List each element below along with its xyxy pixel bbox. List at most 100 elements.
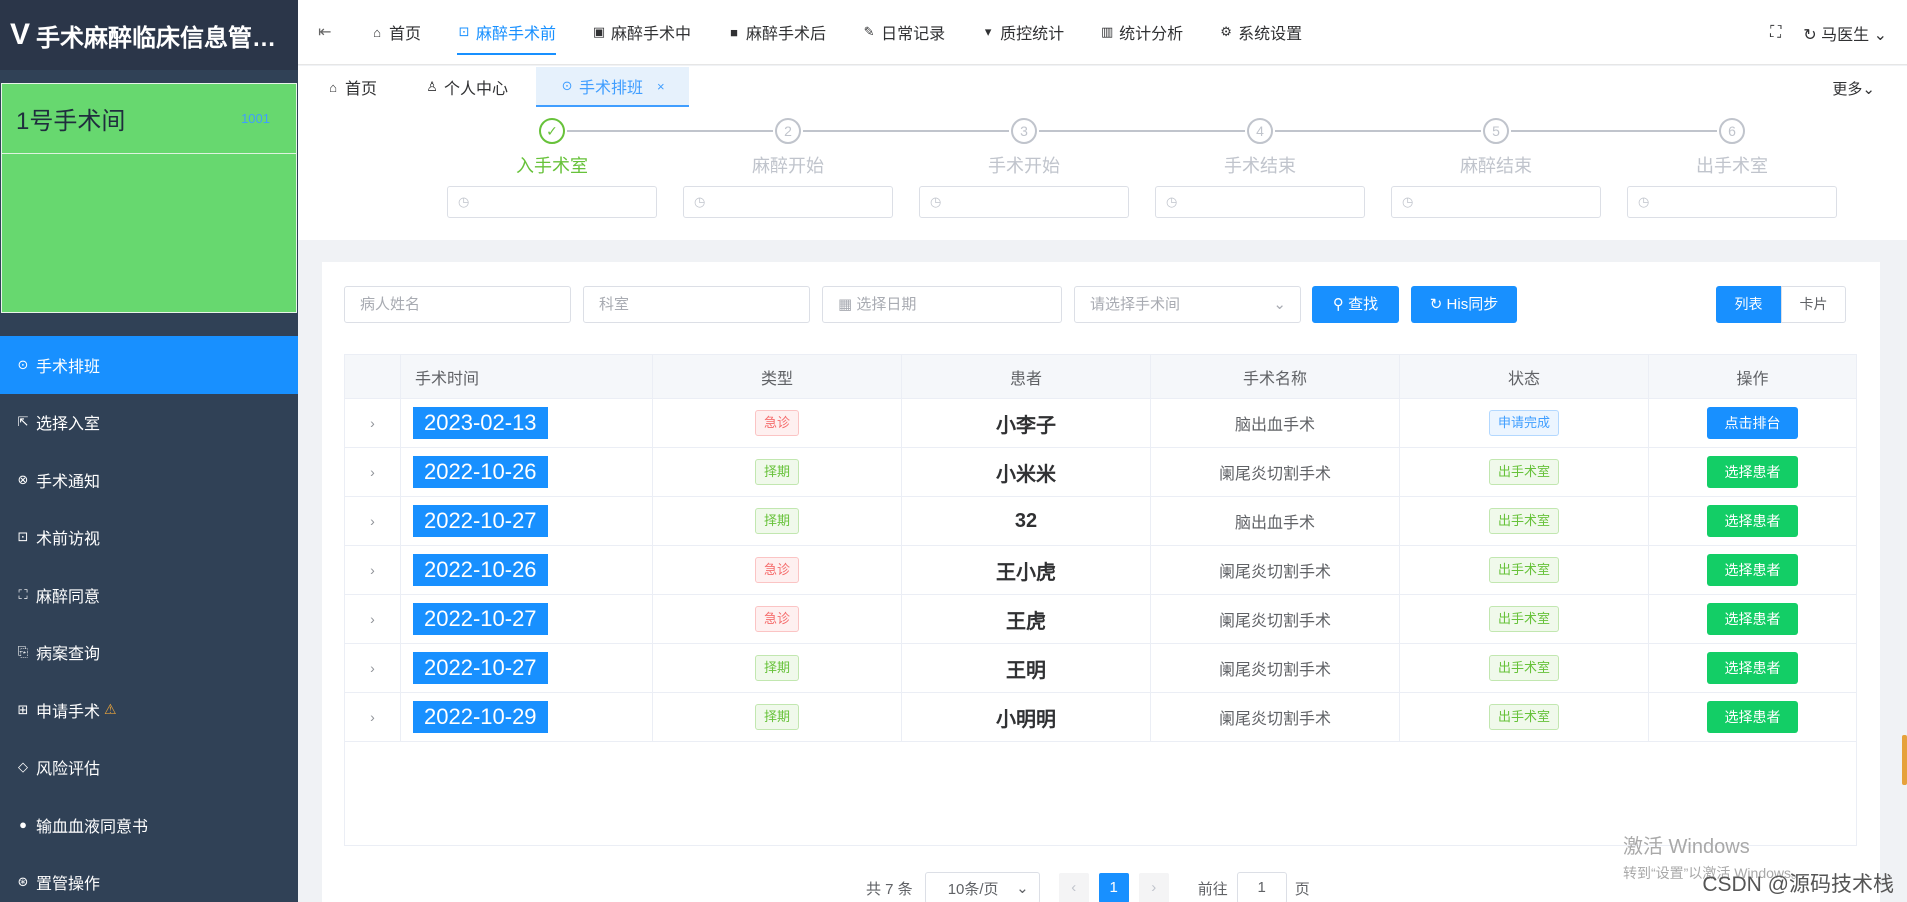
tag-1[interactable]: ♙ 个人中心	[405, 67, 528, 107]
step-time-input[interactable]: ◷	[1391, 186, 1601, 218]
page-1-button[interactable]: 1	[1098, 873, 1129, 902]
step-time-input[interactable]: ◷	[919, 186, 1129, 218]
expand-icon[interactable]: ›	[345, 546, 401, 594]
view-list-button[interactable]: 列表	[1716, 286, 1781, 323]
top-nav-item-3[interactable]: ■ 麻醉手术后	[709, 0, 844, 65]
action-cell: 选择患者	[1649, 644, 1856, 692]
sidebar-item-label: 麻醉同意	[36, 588, 101, 606]
sidebar-item-5[interactable]: ⎘ 病案查询	[0, 624, 298, 682]
step-connector	[803, 130, 1009, 132]
select-patient-button[interactable]: 选择患者	[1707, 603, 1798, 635]
user-menu[interactable]: ↻ 马医生 ⌄	[1803, 21, 1887, 45]
sidebar-item-label: 选择入室	[36, 416, 101, 434]
table-row: › 2022-10-26 择期 小米米 阑尾炎切割手术 出手术室 选择患者	[345, 448, 1856, 497]
sidebar-item-2[interactable]: ⊗ 手术通知	[0, 451, 298, 509]
sidebar-item-label: 申请手术	[36, 703, 101, 721]
sidebar-item-6[interactable]: ⊞ 申请手术 ⚠	[0, 681, 298, 739]
surgery-date: 2022-10-27	[413, 603, 548, 635]
search-label: 查找	[1348, 296, 1379, 313]
csdn-watermark: CSDN @源码技术栈	[1702, 873, 1894, 896]
top-nav-label: 麻醉手术中	[611, 26, 692, 43]
sidebar-item-9[interactable]: ⊛ 置管操作	[0, 854, 298, 902]
camera-icon: ■	[730, 24, 738, 40]
expand-icon[interactable]: ›	[345, 399, 401, 447]
close-icon[interactable]: ×	[657, 79, 665, 94]
table-row: › 2022-10-27 急诊 王虎 阑尾炎切割手术 出手术室 选择患者	[345, 595, 1856, 644]
top-nav-label: 系统设置	[1238, 26, 1303, 43]
step-time-input[interactable]: ◷	[1627, 186, 1837, 218]
sidebar-item-3[interactable]: ⊡ 术前访视	[0, 509, 298, 567]
expand-icon[interactable]: ›	[345, 497, 401, 545]
expand-icon[interactable]: ›	[345, 693, 401, 741]
top-nav-item-7[interactable]: ⚙ 系统设置	[1201, 0, 1320, 65]
top-nav-item-6[interactable]: ▥ 统计分析	[1082, 0, 1201, 65]
pre-op-icon: ⊡	[458, 24, 470, 39]
status-cell: 申请完成	[1400, 399, 1649, 447]
sidebar-item-1[interactable]: ⇱ 选择入室	[0, 394, 298, 452]
status-badge: 出手术室	[1488, 655, 1559, 681]
top-nav-item-2[interactable]: ▣ 麻醉手术中	[574, 0, 709, 65]
sidebar-item-7[interactable]: ◇ 风险评估	[0, 739, 298, 797]
date-picker[interactable]: ▦ 选择日期	[822, 286, 1062, 323]
page-size-select[interactable]: 10条/页 ⌄	[924, 872, 1040, 902]
select-patient-button[interactable]: 选择患者	[1707, 505, 1798, 537]
schedule-button[interactable]: 点击排台	[1707, 407, 1798, 439]
step-time-input[interactable]: ◷	[447, 186, 657, 218]
step-time-input[interactable]: ◷	[1155, 186, 1365, 218]
search-button[interactable]: ⚲ 查找	[1312, 286, 1399, 323]
sidebar-item-label: 手术排班	[36, 358, 101, 376]
page-size-value: 10条/页	[947, 880, 999, 898]
select-patient-button[interactable]: 选择患者	[1707, 456, 1798, 488]
schedule-table: 手术时间 类型 患者 手术名称 状态 操作 › 2023-02-13 急诊 小李子 脑出…	[344, 354, 1857, 846]
expand-icon[interactable]: ›	[345, 448, 401, 496]
his-sync-button[interactable]: ↻ His同步	[1411, 286, 1517, 323]
surgery-name: 阑尾炎切割手术	[1218, 613, 1331, 630]
app-logo[interactable]: V 手术麻醉临床信息管…	[0, 0, 298, 70]
step-time-input[interactable]: ◷	[683, 186, 893, 218]
patient-name: 小李子	[996, 414, 1056, 437]
home-icon: ⌂	[329, 79, 337, 95]
gear-icon: ⚙	[1220, 24, 1232, 39]
room-select-placeholder: 请选择手术间	[1090, 296, 1181, 313]
type-tag: 择期	[754, 704, 799, 730]
top-nav-label: 质控统计	[1000, 26, 1065, 43]
next-page-button[interactable]: ›	[1138, 873, 1169, 902]
select-patient-button[interactable]: 选择患者	[1707, 554, 1798, 586]
expand-icon[interactable]: ›	[345, 644, 401, 692]
department-input[interactable]: 科室	[583, 286, 810, 323]
top-right-tools: ⛶ ↻ 马医生 ⌄	[1770, 0, 1887, 65]
patient-name-input[interactable]: 病人姓名	[344, 286, 571, 323]
scrollbar-thumb[interactable]	[1902, 735, 1907, 785]
fullscreen-icon[interactable]: ⛶	[1770, 24, 1781, 42]
sidebar-item-0[interactable]: ⊙ 手术排班	[0, 336, 298, 394]
expand-icon[interactable]: ›	[345, 595, 401, 643]
room-select[interactable]: 请选择手术间 ⌄	[1074, 286, 1301, 323]
select-patient-button[interactable]: 选择患者	[1707, 652, 1798, 684]
sidebar-toggle-icon[interactable]: ⇤	[318, 22, 352, 42]
sidebar-item-8[interactable]: ● 输血血液同意书	[0, 796, 298, 854]
top-nav-item-1[interactable]: ⊡ 麻醉手术前	[439, 0, 574, 65]
notice-icon: ⊗	[17, 471, 29, 487]
sidebar-item-4[interactable]: ⛶ 麻醉同意	[0, 566, 298, 624]
table-row: › 2022-10-27 择期 王明 阑尾炎切割手术 出手术室 选择患者	[345, 644, 1856, 693]
surgery-name: 阑尾炎切割手术	[1218, 466, 1331, 483]
date-placeholder: 选择日期	[856, 296, 917, 313]
view-card-button[interactable]: 卡片	[1781, 286, 1846, 323]
goto-page-input[interactable]: 1	[1236, 872, 1287, 902]
surgery-date: 2022-10-27	[413, 505, 548, 537]
top-nav-item-0[interactable]: ⌂ 首页	[352, 0, 439, 65]
select-patient-button[interactable]: 选择患者	[1707, 701, 1798, 733]
tag-list: ⌂ 首页 ♙ 个人中心 ⊙ 手术排班 ×	[298, 67, 689, 107]
status-cell: 出手术室	[1400, 693, 1649, 741]
top-nav-item-4[interactable]: ✎ 日常记录	[844, 0, 963, 65]
tag-0[interactable]: ⌂ 首页	[306, 67, 397, 107]
status-cell: 出手术室	[1400, 448, 1649, 496]
action-cell: 选择患者	[1649, 448, 1856, 496]
operating-room-card[interactable]: 1号手术间 1001	[1, 83, 297, 313]
tag-2[interactable]: ⊙ 手术排班 ×	[536, 67, 689, 107]
prev-page-button[interactable]: ‹	[1058, 873, 1089, 902]
more-tags-button[interactable]: 更多⌄	[1832, 78, 1875, 99]
top-nav-item-5[interactable]: ▾ 质控统计	[963, 0, 1082, 65]
tag-label: 首页	[345, 81, 378, 98]
type-tag: 择期	[754, 655, 799, 681]
